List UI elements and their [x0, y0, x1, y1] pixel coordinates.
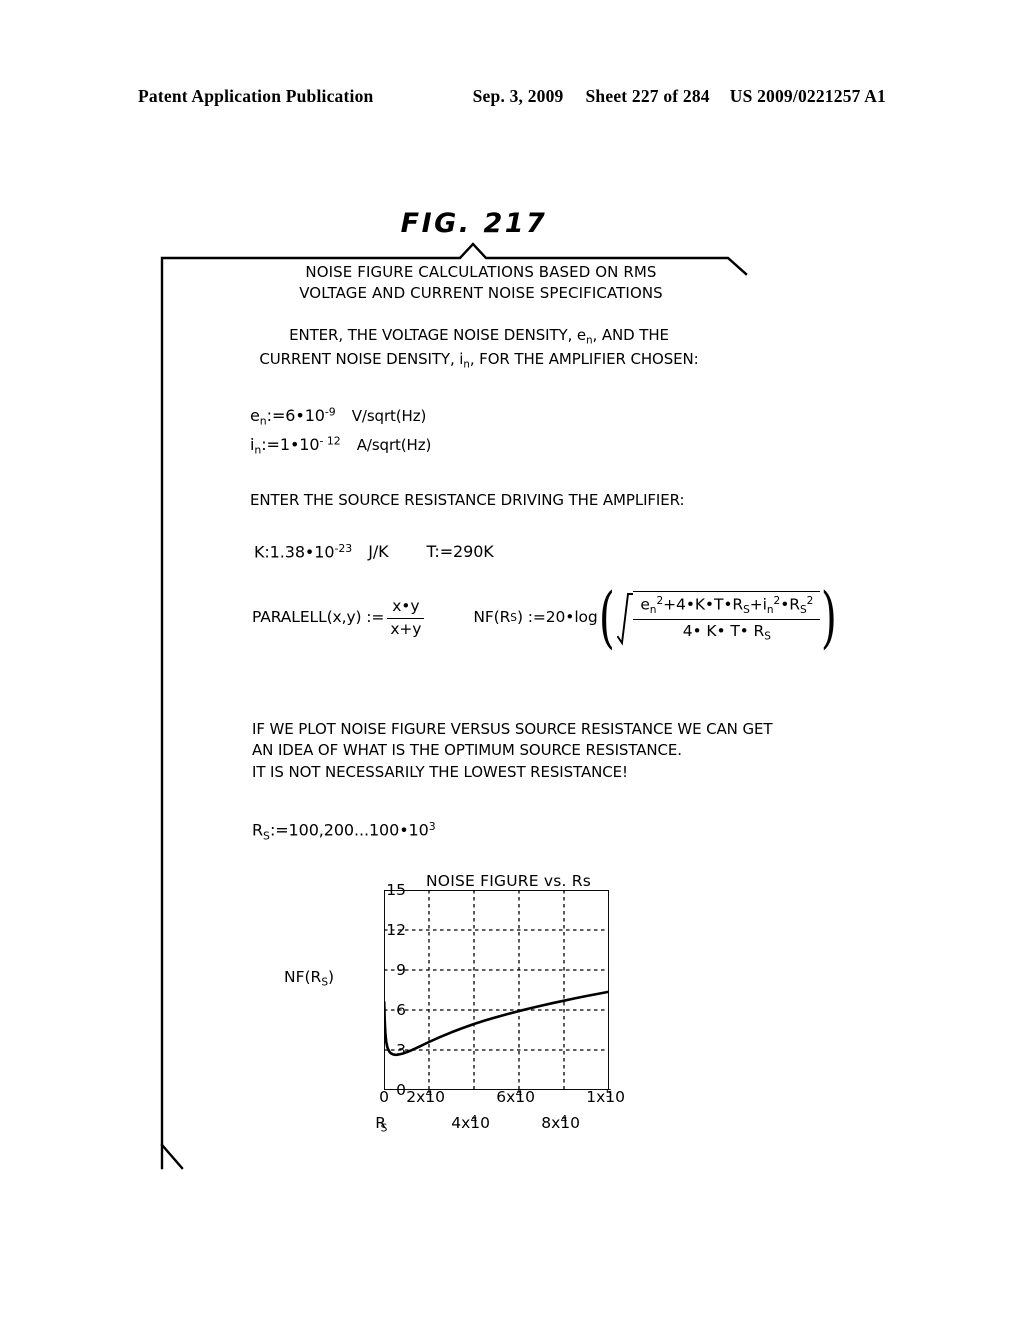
y-axis-label-subscript: S	[321, 976, 329, 989]
worksheet-title: NOISE FIGURE CALCULATIONS BASED ON RMS V…	[176, 262, 776, 303]
nf-assign: ) :=20	[516, 608, 566, 627]
enter-resistance-instruction: ENTER THE SOURCE RESISTANCE DRIVING THE …	[250, 490, 685, 509]
publication-label: Patent Application Publication	[138, 86, 374, 106]
nf-fraction: en2+4•K•T•RS+in2•RS2 4• K• T• RS	[633, 591, 821, 645]
noise-figure-formula: NF(R S) :=20 • log ( en2+4•K•T•RS+in2•RS2 4…	[473, 578, 838, 656]
rs-base: 10	[408, 820, 429, 840]
k-unit: J/K	[368, 542, 389, 562]
x-tick-label: 4x10 4	[451, 1114, 491, 1132]
en-exponent: -9	[324, 405, 336, 419]
patent-header: Patent Application Publication Sep. 3, 2…	[138, 86, 886, 107]
y-axis-label-text: NF(R	[284, 968, 322, 986]
x-tick-label: 2x10 4	[406, 1088, 446, 1106]
x-axis-label: RS	[375, 1114, 388, 1135]
en-multiply-dot: •	[295, 406, 305, 426]
instruction-block: ENTER, THE VOLTAGE NOISE DENSITY, en, AN…	[176, 325, 776, 372]
x-tick-label: 6x10 4	[496, 1088, 536, 1106]
worksheet-title-line1: NOISE FIGURE CALCULATIONS BASED ON RMS	[305, 263, 657, 281]
instruction-line-2-tail: , FOR THE AMPLIFIER CHOSEN:	[469, 349, 699, 368]
rs-range-definition: RS:=100,200...100•103	[176, 819, 776, 843]
noise-figure-chart: NOISE FIGURE vs. Rs NF(RS) 0 3 6 9 12 15 0 2x1…	[276, 872, 696, 1162]
nf-lhs-subscript: S	[510, 611, 517, 624]
definition-in: in:=1•10- 12 A/sqrt(Hz)	[250, 431, 776, 460]
in-base: 10	[299, 435, 320, 455]
explanation-line-1: IF WE PLOT NOISE FIGURE VERSUS SOURCE RE…	[252, 720, 773, 739]
k-multiply-dot: •	[304, 542, 315, 562]
nf-num-rs-sub2: S	[799, 604, 807, 617]
definition-en: en:=6•10-9 V/sqrt(Hz)	[250, 402, 776, 431]
left-paren: (	[598, 578, 615, 656]
instruction-line-1-tail: , AND THE	[592, 326, 669, 345]
nf-num-dot-r: •R	[780, 595, 800, 614]
k-exponent: -23	[334, 541, 353, 555]
chart-title: NOISE FIGURE vs. Rs	[426, 872, 592, 890]
instruction-line-2-text: CURRENT NOISE DENSITY, i	[259, 349, 464, 368]
in-unit: A/sqrt(Hz)	[356, 436, 432, 455]
instruction-line-1: ENTER, THE VOLTAGE NOISE DENSITY, en, AN…	[182, 325, 776, 349]
explanation-paragraph: IF WE PLOT NOISE FIGURE VERSUS SOURCE RE…	[176, 719, 776, 783]
paralell-numerator: x•y	[392, 597, 420, 616]
paralell-fraction: x•y x+y	[387, 596, 425, 640]
x-tick-label: 1x10 5	[586, 1088, 626, 1106]
in-value: :=1	[261, 435, 290, 455]
rs-subscript: S	[263, 829, 270, 843]
rs-multiply-dot: •	[399, 820, 409, 840]
worksheet-title-line2: VOLTAGE AND CURRENT NOISE SPECIFICATIONS	[299, 283, 663, 302]
instruction-line-1-text: ENTER, THE VOLTAGE NOISE DENSITY, e	[289, 326, 587, 345]
nf-num-mid: +4•K•T•R	[663, 595, 744, 614]
in-exponent: - 12	[319, 434, 341, 448]
nf-multiply-dot: •	[565, 608, 575, 627]
chart-plot	[384, 890, 609, 1090]
variable-definitions: en:=6•10-9 V/sqrt(Hz) in:=1•10- 12 A/sqrt(…	[176, 402, 776, 459]
nf-denominator: 4• K• T• RS	[633, 618, 821, 645]
y-axis-label-close: )	[328, 968, 335, 986]
paralell-definition: PARALELL(x,y) := x•y x+y	[252, 596, 427, 640]
constants-line: K:1.38•10-23 J/K T:=290K	[176, 541, 776, 564]
mathcad-worksheet: NOISE FIGURE CALCULATIONS BASED ON RMS V…	[176, 262, 837, 843]
nf-num-rs-sub1: S	[743, 604, 750, 617]
sheet-number: Sheet 227 of 284	[585, 86, 710, 106]
square-root: en2+4•K•T•RS+in2•RS2 4• K• T• RS	[617, 591, 821, 646]
nf-lhs: NF(R	[473, 608, 511, 627]
radical-glyph	[617, 591, 634, 646]
explanation-line-3: IT IS NOT NECESSARILY THE LOWEST RESISTA…	[252, 762, 628, 781]
right-paren: )	[821, 578, 838, 656]
paralell-denominator: x+y	[387, 617, 425, 640]
nf-log: log	[574, 608, 598, 627]
nf-num-rs-sup2: 2	[806, 595, 814, 608]
en-unit: V/sqrt(Hz)	[351, 407, 427, 426]
temperature-constant: T:=290K	[426, 542, 494, 562]
patent-number: US 2009/0221257 A1	[729, 86, 886, 106]
en-variable: e	[250, 406, 260, 426]
k-base: 10	[314, 542, 335, 562]
explanation-line-2: AN IDEA OF WHAT IS THE OPTIMUM SOURCE RE…	[252, 741, 682, 760]
in-multiply-dot: •	[289, 435, 300, 455]
figure-label: FIG. 217	[400, 208, 548, 239]
publication-date: Sep. 3, 2009	[472, 86, 564, 106]
chart-x-tick-labels: 0 2x10 4 6x10 4 1x10 5 4x10 4 8x10 4 R S	[375, 1088, 626, 1135]
x-tick-label: 8x10 4	[541, 1114, 581, 1132]
nf-den-text: 4• K• T• R	[682, 621, 765, 640]
nf-den-sub: S	[764, 630, 771, 643]
formula-row: PARALELL(x,y) := x•y x+y NF(R S) :=20 • log…	[176, 584, 837, 650]
rs-range-values: :=100,200...100	[269, 820, 400, 840]
en-value: :=6	[266, 406, 296, 426]
chart-y-axis-label: NF(RS)	[284, 968, 334, 989]
en-base: 10	[304, 406, 325, 426]
en-subscript: n	[259, 415, 267, 429]
nf-num-e: e	[640, 595, 650, 614]
instruction-line-2: CURRENT NOISE DENSITY, in, FOR THE AMPLI…	[182, 349, 776, 373]
paralell-name: PARALELL(x,y) :=	[252, 608, 385, 627]
rs-exponent: 3	[428, 819, 436, 833]
nf-numerator: en2+4•K•T•RS+in2•RS2	[633, 593, 820, 619]
boltzmann-constant: K:1.38	[254, 542, 305, 562]
rs-variable: R	[252, 820, 264, 840]
nf-num-i-sub: n	[766, 604, 774, 617]
nf-num-plus-i: +i	[749, 595, 767, 614]
